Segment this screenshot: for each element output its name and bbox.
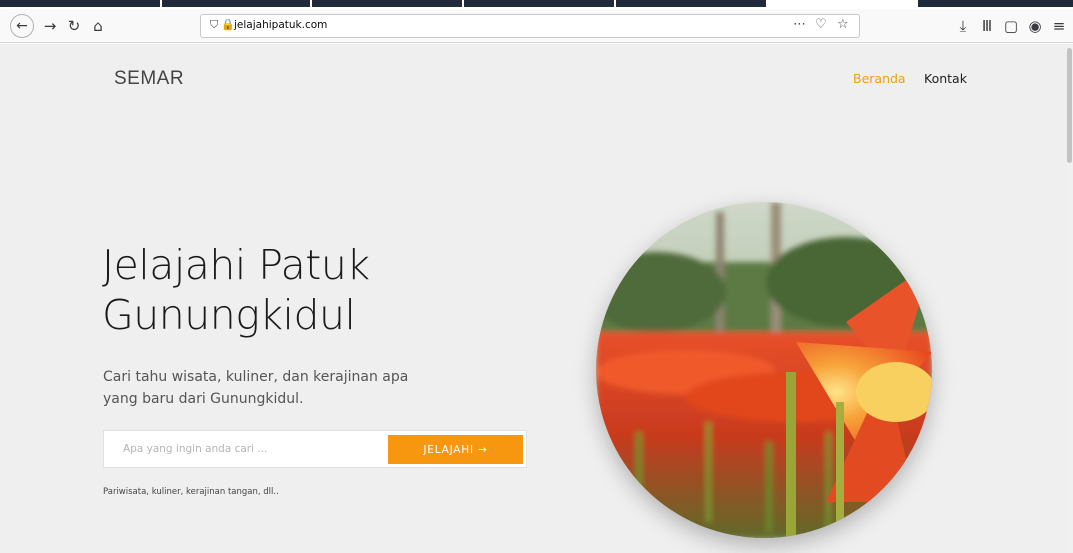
scrollbar-thumb[interactable] [1067,48,1072,163]
tab[interactable] [0,0,160,7]
nav-link-beranda[interactable]: Beranda [853,71,906,86]
page-content: SEMAR Beranda Kontak Jelajahi Patuk Gunu… [0,44,1066,553]
pocket-icon[interactable]: ♡ [815,17,827,32]
search-hint: Pariwisata, kuliner, kerajinan tangan, d… [103,487,279,497]
hero-title-line: Jelajahi Patuk [102,241,370,289]
tab-strip [0,0,1073,9]
forward-arrow-icon[interactable]: → [38,14,62,38]
menu-icon[interactable]: ≡ [1047,14,1071,38]
site-logo[interactable]: SEMAR [114,68,184,90]
browser-toolbar: ← → ↻ ⌂ ⛉ 🔒 jelajahipatuk.com ⋯ ♡ ☆ ⤓ Ⅲ … [0,9,1073,43]
tab[interactable] [616,0,766,7]
hero-image [596,202,932,538]
hero-title-line: Gunungkidul [102,291,356,339]
flower-field-photo [596,202,932,538]
back-arrow-icon[interactable]: ← [10,14,34,38]
home-icon[interactable]: ⌂ [86,14,110,38]
url-text[interactable]: jelajahipatuk.com [234,19,327,31]
search-button[interactable]: JELAJAHI → [388,435,523,464]
tab[interactable] [918,0,1073,7]
search-form: JELAJAHI → [103,430,527,468]
search-input[interactable] [104,431,384,467]
insecure-lock-icon[interactable]: 🔒 [221,18,235,31]
hero-subtitle-line: yang baru dari Gunungkidul. [103,391,304,407]
library-icon[interactable]: Ⅲ [975,14,999,38]
hero-subtitle: Cari tahu wisata, kuliner, dan kerajinan… [103,366,463,410]
bookmark-star-icon[interactable]: ☆ [837,17,849,32]
nav-link-kontak[interactable]: Kontak [924,71,967,86]
sidebar-icon[interactable]: ▢ [999,14,1023,38]
account-icon[interactable]: ◉ [1023,14,1047,38]
page-actions-icon[interactable]: ⋯ [793,17,806,32]
tab[interactable] [312,0,462,7]
address-bar[interactable]: ⛉ 🔒 jelajahipatuk.com ⋯ ♡ ☆ [200,14,860,38]
hero-subtitle-line: Cari tahu wisata, kuliner, dan kerajinan… [103,369,409,385]
tab[interactable] [464,0,614,7]
hero-title: Jelajahi Patuk Gunungkidul [102,240,542,340]
shield-icon[interactable]: ⛉ [210,18,218,32]
download-icon[interactable]: ⤓ [951,14,975,38]
tab[interactable] [162,0,310,7]
reload-icon[interactable]: ↻ [62,14,86,38]
